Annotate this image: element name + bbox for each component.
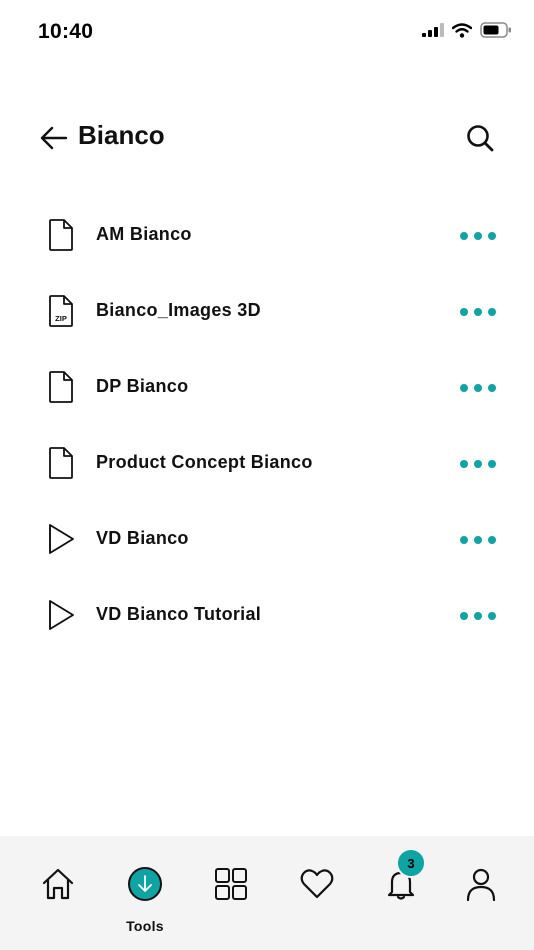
heart-icon — [292, 866, 342, 902]
dot — [460, 536, 468, 544]
dot — [474, 384, 482, 392]
more-options-button[interactable] — [460, 302, 496, 322]
search-icon — [464, 125, 496, 158]
dot — [488, 612, 496, 620]
file-list: AM Bianco ZIP Bianco_Images 3D DP Bianco — [0, 196, 534, 652]
dot — [474, 612, 482, 620]
battery-icon — [480, 22, 512, 43]
nav-tools-label: Tools — [126, 918, 164, 934]
more-options-button[interactable] — [460, 606, 496, 626]
status-bar: 10:40 — [0, 0, 534, 64]
dot — [488, 536, 496, 544]
nav-notifications[interactable]: 3 — [376, 848, 426, 926]
dot — [474, 536, 482, 544]
more-options-button[interactable] — [460, 378, 496, 398]
file-row[interactable]: VD Bianco Tutorial — [0, 576, 534, 652]
file-name: VD Bianco — [96, 528, 189, 548]
dot — [460, 384, 468, 392]
dot — [460, 308, 468, 316]
dot — [474, 308, 482, 316]
more-options-button[interactable] — [460, 530, 496, 550]
file-name: DP Bianco — [96, 376, 189, 396]
dot — [474, 232, 482, 240]
cellular-signal-icon — [422, 23, 444, 42]
dot — [474, 460, 482, 468]
more-options-button[interactable] — [460, 454, 496, 474]
file-row[interactable]: DP Bianco — [0, 348, 534, 424]
file-name: Product Concept Bianco — [96, 452, 313, 472]
page-header: Bianco — [0, 110, 534, 166]
nav-favorites[interactable] — [292, 866, 342, 926]
grid-icon — [206, 866, 256, 902]
arrow-left-icon — [38, 126, 70, 158]
document-icon — [46, 370, 76, 404]
dot — [488, 308, 496, 316]
file-row[interactable]: AM Bianco — [0, 196, 534, 272]
file-name: Bianco_Images 3D — [96, 300, 261, 320]
back-button[interactable] — [38, 122, 70, 154]
document-icon — [46, 446, 76, 480]
user-icon — [456, 866, 506, 902]
home-icon — [33, 866, 83, 902]
nav-profile[interactable] — [456, 866, 506, 926]
dot — [460, 612, 468, 620]
search-button[interactable] — [464, 122, 496, 154]
bottom-nav: Tools 3 — [0, 836, 534, 950]
notification-badge: 3 — [396, 848, 426, 878]
dot — [488, 384, 496, 392]
file-name: VD Bianco Tutorial — [96, 604, 262, 624]
file-name: AM Bianco — [96, 224, 192, 244]
status-time: 10:40 — [38, 20, 94, 43]
play-icon — [46, 522, 76, 556]
file-row[interactable]: VD Bianco — [0, 500, 534, 576]
wifi-icon — [451, 22, 473, 43]
dot — [460, 232, 468, 240]
zip-file-icon: ZIP — [46, 294, 76, 328]
file-row[interactable]: ZIP Bianco_Images 3D — [0, 272, 534, 348]
download-circle-icon — [120, 866, 170, 902]
dot — [460, 460, 468, 468]
page-title: Bianco — [78, 120, 165, 150]
nav-tools[interactable]: Tools — [120, 866, 170, 934]
status-icons — [422, 22, 512, 43]
document-icon — [46, 218, 76, 252]
zip-label: ZIP — [55, 314, 67, 323]
dot — [488, 232, 496, 240]
play-icon — [46, 598, 76, 632]
nav-home[interactable] — [33, 866, 83, 926]
more-options-button[interactable] — [460, 226, 496, 246]
dot — [488, 460, 496, 468]
file-row[interactable]: Product Concept Bianco — [0, 424, 534, 500]
nav-grid[interactable] — [206, 866, 256, 926]
